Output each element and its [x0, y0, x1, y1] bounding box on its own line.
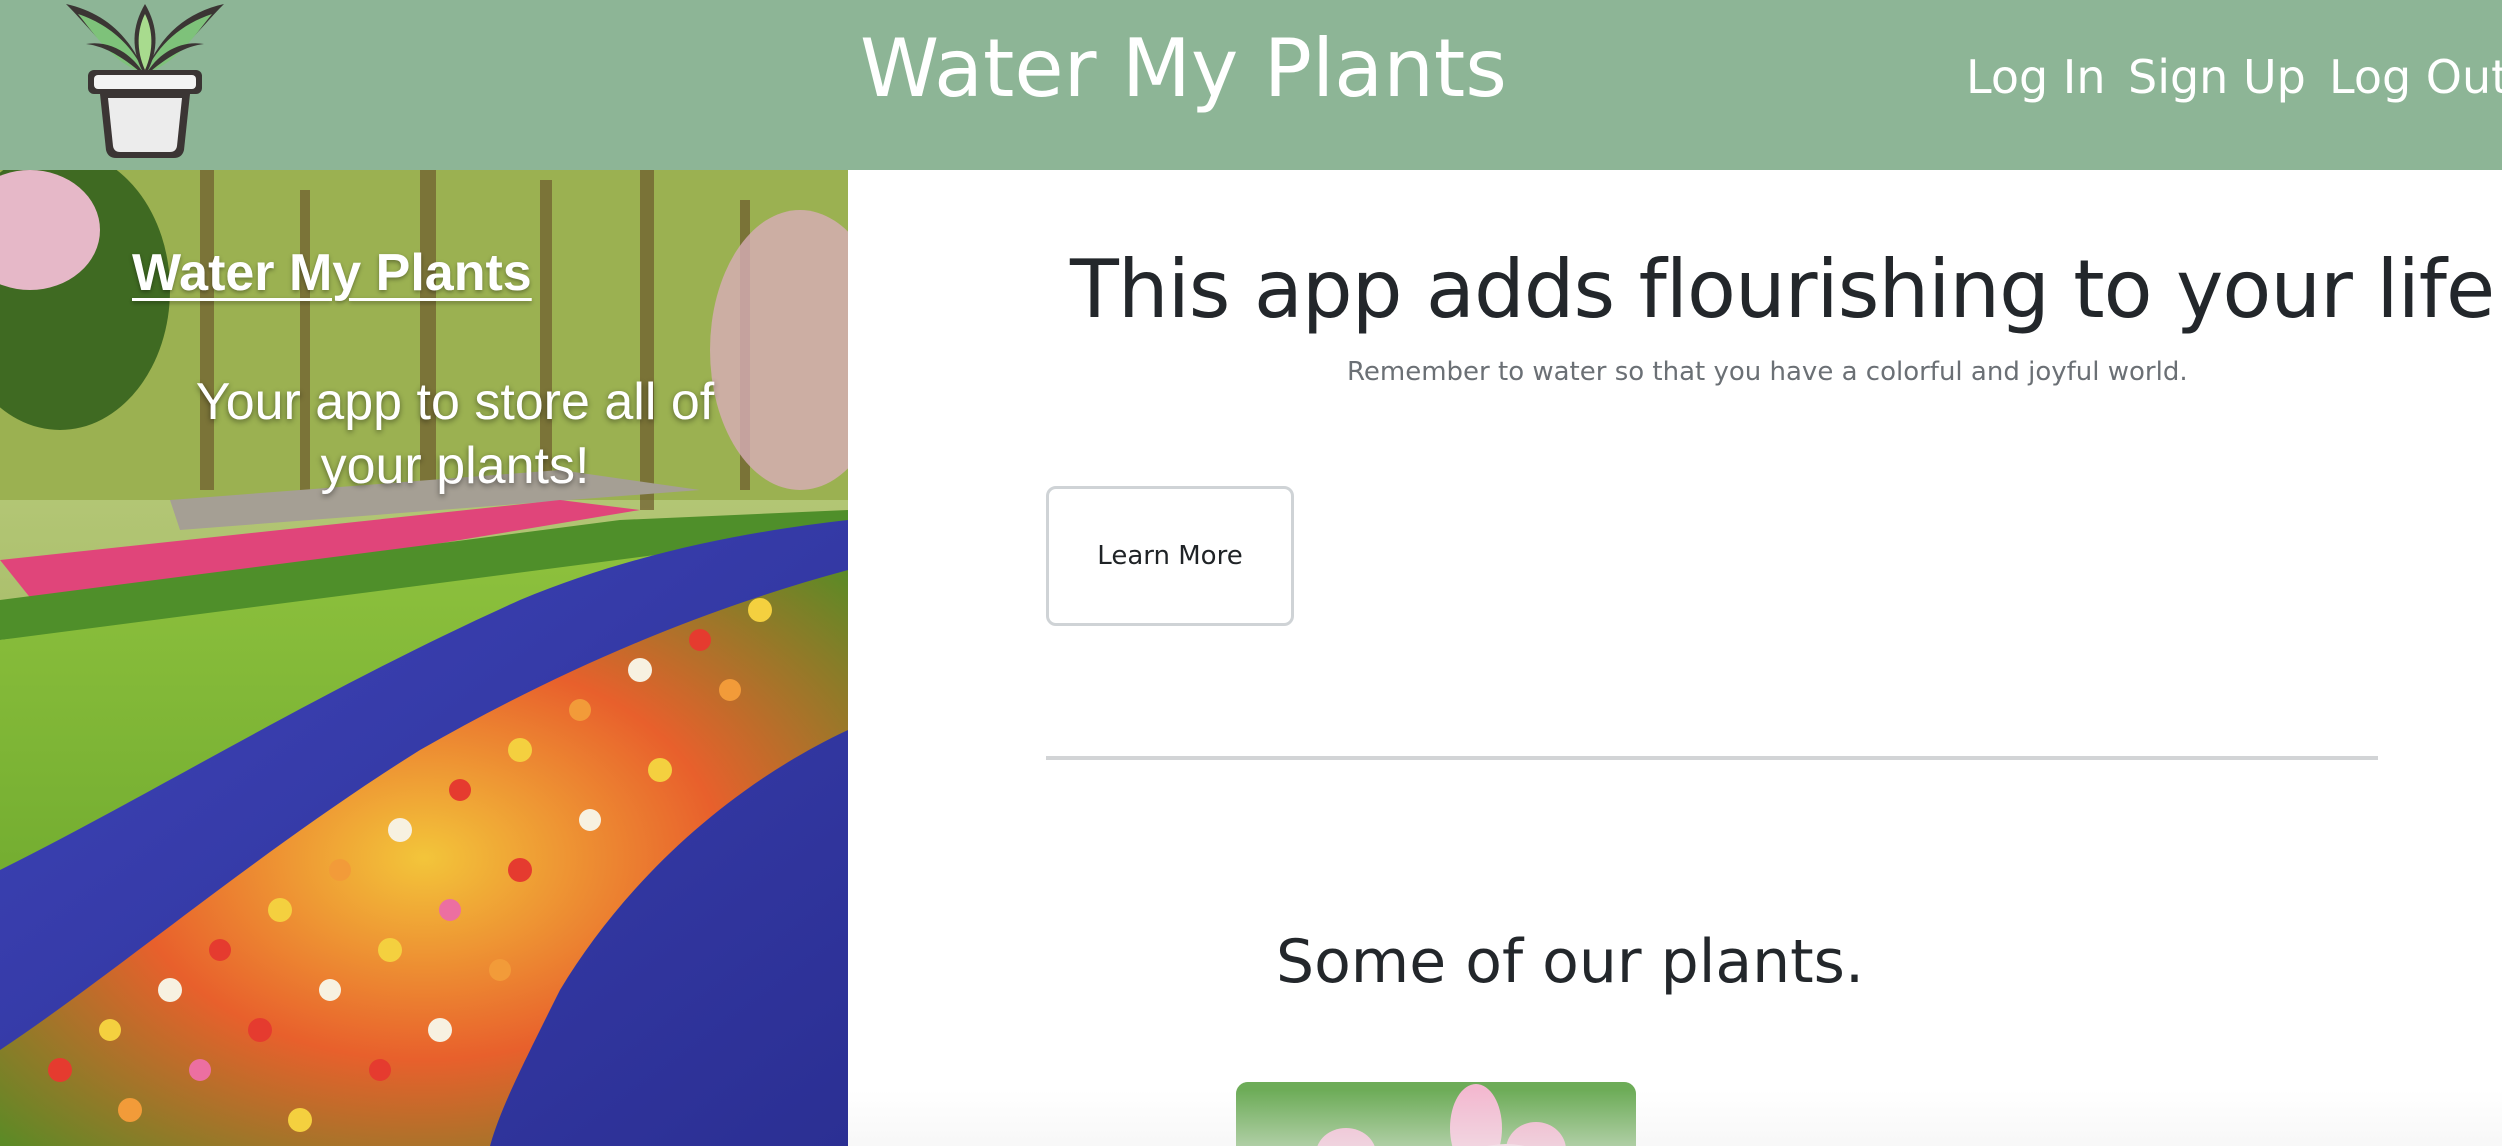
plant-card-image [1236, 1082, 1636, 1146]
nav-log-out-link[interactable]: Log Out [2329, 42, 2502, 112]
top-navigation-bar: Water My Plants Log In Sign Up Log Out [0, 0, 2502, 170]
plant-card[interactable] [1236, 1082, 1636, 1146]
section-divider [1046, 756, 2378, 760]
bottom-fade [848, 1090, 2502, 1146]
hero-panel: Water My Plants Your app to store all of… [0, 170, 848, 1146]
main-heading: This app adds flourishing to your life. [1070, 243, 2502, 336]
main-subheading: Remember to water so that you have a col… [1347, 357, 2188, 387]
page: Water My Plants Log In Sign Up Log Out W… [0, 0, 2502, 1146]
site-title: Water My Plants [860, 22, 1507, 115]
tulip-garden-image [0, 170, 848, 1146]
nav-log-in-link[interactable]: Log In [1966, 42, 2106, 112]
hero-tagline: Your app to store all of your plants! [195, 373, 715, 495]
potted-plant-icon[interactable] [52, 0, 238, 162]
learn-more-button[interactable]: Learn More [1046, 486, 1294, 626]
hero-title-link[interactable]: Water My Plants [132, 240, 532, 306]
plants-section-heading: Some of our plants. [1276, 927, 1865, 997]
nav-sign-up-link[interactable]: Sign Up [2128, 42, 2306, 112]
